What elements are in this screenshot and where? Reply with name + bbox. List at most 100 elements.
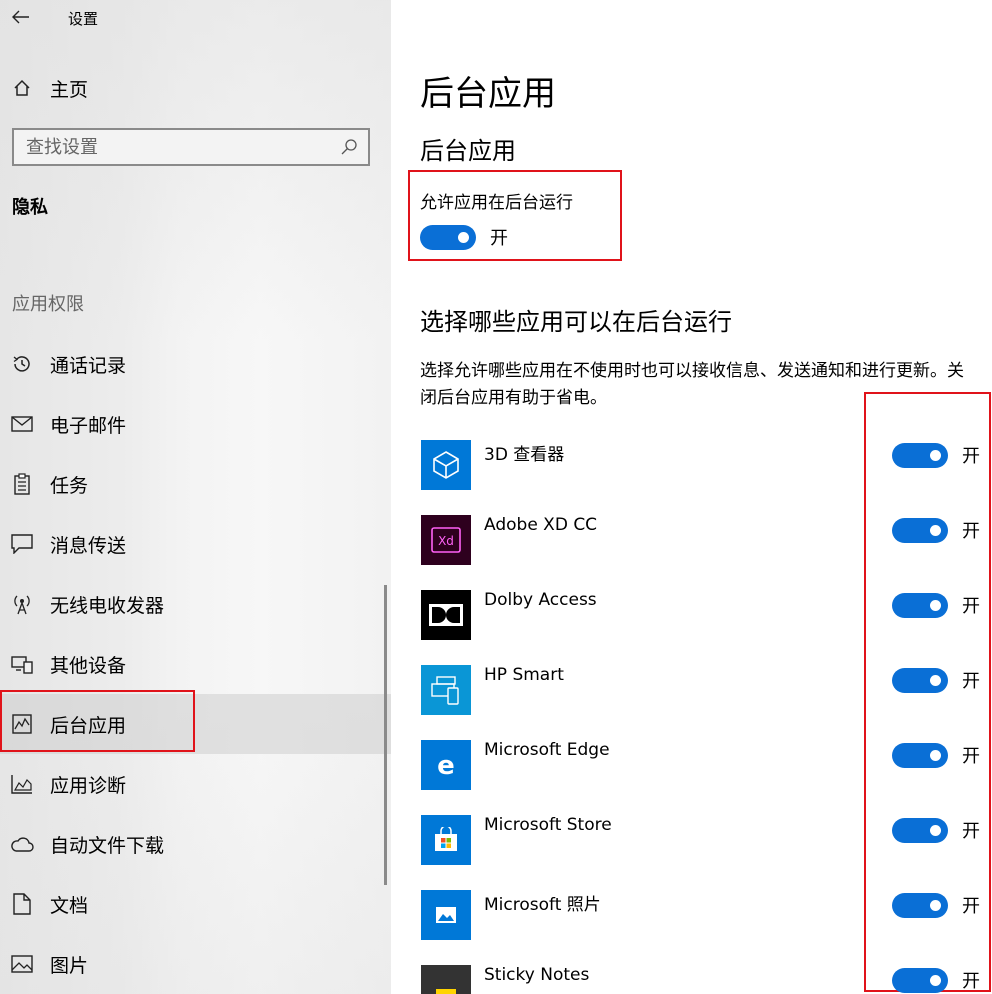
- sidebar-item-label: 无线电收发器: [50, 594, 165, 617]
- list-item: e Microsoft Edge 开: [420, 738, 992, 813]
- list-item: 3D 查看器 开: [420, 438, 992, 513]
- app-toggle[interactable]: [892, 742, 948, 768]
- sidebar-item-label: 主页: [50, 78, 89, 101]
- store-icon: [421, 815, 471, 865]
- toggle-knob: [930, 974, 941, 986]
- sidebar-item-tasks[interactable]: 任务: [0, 454, 391, 514]
- toggle-state-label: 开: [962, 596, 980, 617]
- app-name: Microsoft 照片: [484, 895, 601, 915]
- allow-background-toggle[interactable]: [420, 224, 476, 250]
- sidebar-nav: 通话记录 电子邮件 任务 消息传送 无线电收发器 其他设备 后台应用 应用诊断 …: [0, 334, 391, 994]
- svg-text:Xd: Xd: [438, 534, 454, 548]
- app-name: Sticky Notes: [484, 965, 590, 985]
- adobe-xd-icon: Xd: [421, 515, 471, 565]
- allow-background-label: 允许应用在后台运行: [420, 193, 573, 213]
- sidebar-item-label: 应用诊断: [50, 774, 127, 797]
- highlight-box-sidebar: [0, 690, 195, 752]
- page-title: 后台应用: [420, 74, 556, 114]
- app-toggle-row: 开: [892, 817, 980, 843]
- app-toggle[interactable]: [892, 967, 948, 993]
- app-toggle-row: 开: [892, 967, 980, 993]
- photos-icon: [421, 890, 471, 940]
- app-toggle[interactable]: [892, 442, 948, 468]
- hp-smart-icon: [421, 665, 471, 715]
- section-title: 隐私: [12, 197, 48, 218]
- toggle-knob: [930, 674, 941, 686]
- sidebar-item-auto-file-downloads[interactable]: 自动文件下载: [0, 814, 391, 874]
- master-toggle-row: 开: [420, 224, 508, 250]
- diagnostics-icon: [0, 774, 44, 794]
- app-toggle[interactable]: [892, 517, 948, 543]
- sidebar-item-app-diagnostics[interactable]: 应用诊断: [0, 754, 391, 814]
- app-toggle-row: 开: [892, 517, 980, 543]
- toggle-state-label: 开: [962, 446, 980, 467]
- app-toggle[interactable]: [892, 892, 948, 918]
- app-toggle-row: 开: [892, 667, 980, 693]
- search-box[interactable]: [12, 128, 370, 166]
- radio-icon: [0, 593, 44, 615]
- choose-apps-title: 选择哪些应用可以在后台运行: [420, 308, 732, 336]
- dolby-icon: [421, 590, 471, 640]
- sidebar-item-label: 通话记录: [50, 354, 127, 377]
- sidebar-item-label: 消息传送: [50, 534, 127, 557]
- toggle-knob: [930, 524, 941, 536]
- section-subtitle: 后台应用: [420, 137, 516, 165]
- message-icon: [0, 534, 44, 554]
- edge-icon: e: [421, 740, 471, 790]
- app-name: Microsoft Store: [484, 815, 612, 835]
- sidebar-item-mail[interactable]: 电子邮件: [0, 394, 391, 454]
- toggle-knob: [458, 231, 469, 243]
- picture-icon: [0, 955, 44, 973]
- toggle-knob: [930, 749, 941, 761]
- sidebar-item-label: 自动文件下载: [50, 834, 165, 857]
- app-toggle[interactable]: [892, 592, 948, 618]
- sidebar-item-radios[interactable]: 无线电收发器: [0, 574, 391, 634]
- app-name: Adobe XD CC: [484, 515, 598, 535]
- sidebar-item-call-history[interactable]: 通话记录: [0, 334, 391, 394]
- sidebar-item-documents[interactable]: 文档: [0, 874, 391, 934]
- toggle-knob: [930, 599, 941, 611]
- app-toggle-row: 开: [892, 442, 980, 468]
- sidebar-scrollbar[interactable]: [384, 585, 387, 885]
- 3d-viewer-icon: [421, 440, 471, 490]
- back-arrow-icon: [12, 10, 29, 24]
- sidebar-item-home[interactable]: 主页: [0, 70, 391, 106]
- sidebar: 设置 主页 隐私 应用权限 通话记录 电子邮件: [0, 0, 391, 994]
- toggle-knob: [930, 449, 941, 461]
- call-history-icon: [0, 353, 44, 375]
- tasks-icon: [0, 473, 44, 495]
- toggle-state-label: 开: [490, 228, 508, 249]
- toggle-knob: [930, 824, 941, 836]
- list-item: Dolby Access 开: [420, 588, 992, 663]
- search-icon[interactable]: [340, 138, 358, 156]
- sidebar-item-label: 任务: [50, 474, 89, 497]
- list-item: Microsoft 照片 开: [420, 888, 992, 963]
- toggle-state-label: 开: [962, 821, 980, 842]
- search-input[interactable]: [26, 136, 340, 158]
- toggle-state-label: 开: [962, 971, 980, 992]
- cloud-icon: [0, 836, 44, 852]
- sidebar-item-label: 文档: [50, 894, 89, 917]
- app-name: Dolby Access: [484, 590, 597, 610]
- app-name: HP Smart: [484, 665, 564, 685]
- app-toggle-row: 开: [892, 592, 980, 618]
- sidebar-item-label: 图片: [50, 954, 89, 977]
- sticky-notes-icon: [421, 965, 471, 994]
- app-toggle[interactable]: [892, 667, 948, 693]
- home-icon: [0, 78, 44, 98]
- window-title: 设置: [68, 10, 99, 28]
- sidebar-item-messaging[interactable]: 消息传送: [0, 514, 391, 574]
- app-toggle[interactable]: [892, 817, 948, 843]
- svg-text:e: e: [437, 752, 455, 778]
- group-title: 应用权限: [12, 294, 84, 315]
- toggle-state-label: 开: [962, 896, 980, 917]
- main-content: 后台应用 后台应用 允许应用在后台运行 开 选择哪些应用可以在后台运行 选择允许…: [391, 0, 992, 994]
- app-toggle-row: 开: [892, 892, 980, 918]
- document-icon: [0, 893, 44, 915]
- list-item: Sticky Notes 开: [420, 963, 992, 994]
- sidebar-item-other-devices[interactable]: 其他设备: [0, 634, 391, 694]
- sidebar-item-pictures[interactable]: 图片: [0, 934, 391, 994]
- sidebar-item-label: 电子邮件: [50, 414, 127, 437]
- title-bar: [0, 0, 391, 36]
- back-button[interactable]: [10, 6, 32, 28]
